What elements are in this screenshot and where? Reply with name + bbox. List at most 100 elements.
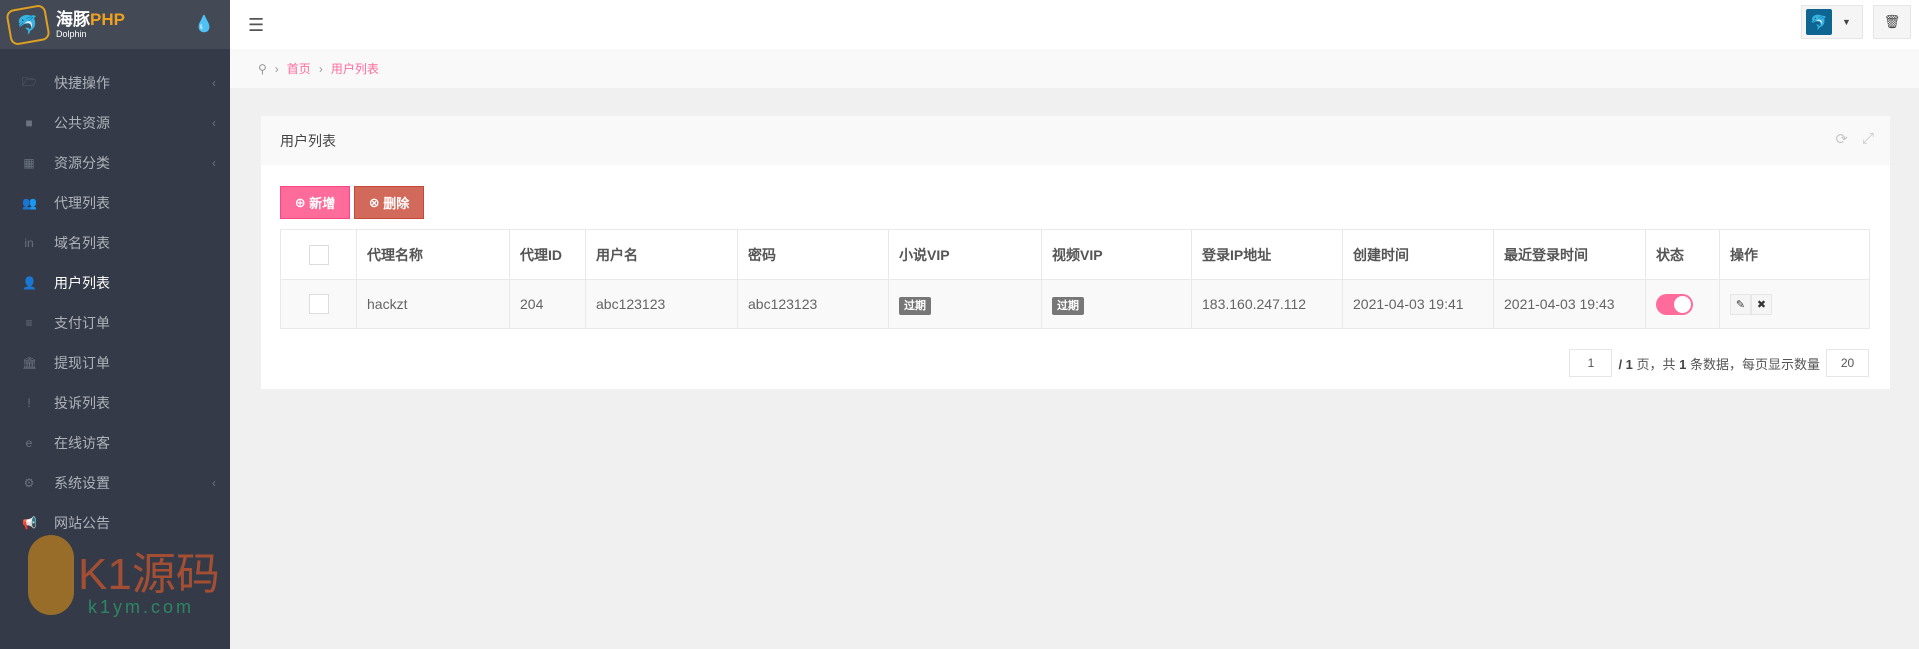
bullhorn-icon: 📢 (22, 516, 37, 530)
theme-drop-icon[interactable]: 💧 (194, 14, 214, 34)
sidebar-item-label: 提现订单 (54, 355, 110, 371)
table-header-row: 代理名称 代理ID 用户名 密码 小说VIP 视频VIP 登录IP地址 创建时间 最近登录时间状… (280, 229, 1870, 280)
last-login-cell: 2021-04-03 19:43 (1493, 279, 1646, 329)
trash-icon: 🗑 (1883, 14, 1901, 29)
column-header: 视频VIP (1041, 229, 1192, 280)
username-cell: abc123123 (585, 279, 738, 329)
breadcrumb-separator: › (318, 61, 323, 76)
bank-icon: 🏛 (22, 356, 38, 370)
edit-button[interactable]: ✎ (1730, 293, 1751, 315)
sidebar-item-label: 域名列表 (54, 235, 110, 251)
breadcrumb-separator: › (274, 61, 279, 76)
page-input[interactable] (1569, 349, 1613, 377)
breadcrumb: ⚲ › 首页 › 用户列表 (230, 49, 1919, 88)
video-vip-cell: 过期 (1041, 279, 1192, 329)
brand-logo[interactable]: 海豚PHP Dolphin (56, 11, 125, 39)
sidebar-item-label: 代理列表 (54, 195, 110, 211)
user-menu-button[interactable]: 🐬 ▼ (1801, 5, 1863, 39)
sidebar-item-10[interactable]: ⚙ 系统设置 ‹ (0, 463, 230, 503)
select-all-cell (280, 229, 357, 280)
column-header: 代理名称 (356, 229, 510, 280)
map-marker-icon: ⚲ (258, 61, 267, 76)
chevron-left-icon: ‹ (212, 116, 216, 130)
dolphin-logo-icon: 🐬 (5, 3, 51, 46)
breadcrumb-home[interactable]: 首页 (287, 60, 311, 77)
avatar: 🐬 (1806, 9, 1832, 35)
agent-name-cell: hackzt (356, 279, 510, 329)
sidebar-item-label: 公共资源 (54, 115, 110, 131)
sidebar: 🐬 海豚PHP Dolphin 💧 🗁 快捷操作 ‹ ■ 公共资源 ‹ ▦ 资源分类 ‹ 👥 代理列… (0, 0, 230, 649)
top-bar: ☰ 🐬 ▼ 🗑 (230, 0, 1919, 49)
select-all-checkbox[interactable] (308, 244, 329, 265)
user-icon: 👤 (22, 276, 37, 290)
novel-vip-cell: 过期 (888, 279, 1042, 329)
sidebar-item-label: 投诉列表 (54, 395, 110, 411)
menu-toggle-icon[interactable]: ☰ (248, 15, 264, 36)
sidebar-item-6[interactable]: ≡ 支付订单 (0, 303, 230, 343)
status-toggle[interactable] (1656, 293, 1693, 315)
card-title: 用户列表 (280, 132, 336, 149)
linkedin-icon: in (24, 236, 34, 250)
times-circle-icon: ⊗ (368, 194, 384, 210)
internet-explorer-icon: e (25, 436, 33, 450)
select-cell (280, 279, 357, 329)
brand-sub: Dolphin (56, 28, 87, 39)
sidebar-item-label: 资源分类 (54, 155, 110, 171)
column-header: 操作 (1719, 229, 1870, 280)
delete-button[interactable]: ⊗ 删除 (354, 186, 424, 219)
column-header: 用户名 (585, 229, 738, 280)
fullscreen-icon[interactable]: ⤢ (1862, 130, 1874, 148)
created-cell: 2021-04-03 19:41 (1342, 279, 1494, 329)
watermark-icon (28, 535, 74, 615)
password-cell: abc123123 (737, 279, 889, 329)
page-size-input[interactable] (1826, 349, 1869, 377)
pencil-icon: ✎ (1735, 298, 1746, 311)
sidebar-item-4[interactable]: in 域名列表 (0, 223, 230, 263)
sidebar-item-7[interactable]: 🏛 提现订单 (0, 343, 230, 383)
pager-text: / 1 页，共 1 条数据，每页显示数量 (1618, 356, 1820, 372)
plus-circle-icon: ⊕ (294, 194, 310, 210)
column-header: 小说VIP (888, 229, 1042, 280)
sidebar-item-label: 在线访客 (54, 435, 110, 451)
row-checkbox[interactable] (308, 294, 329, 314)
column-header: 登录IP地址 (1191, 229, 1343, 280)
agent-id-cell: 204 (509, 279, 586, 329)
add-button[interactable]: ⊕ 新增 (280, 186, 350, 219)
sidebar-item-label: 快捷操作 (54, 75, 110, 91)
sidebar-item-0[interactable]: 🗁 快捷操作 ‹ (0, 63, 230, 103)
pagination: / 1 页，共 1 条数据，每页显示数量 (1569, 349, 1869, 377)
brand-name: 海豚 (56, 9, 90, 29)
sidebar-item-5[interactable]: 👤 用户列表 (0, 263, 230, 303)
delete-row-button[interactable]: ✖ (1751, 293, 1772, 315)
video-camera-icon: ■ (25, 116, 33, 130)
refresh-icon[interactable]: ⟳ (1835, 130, 1848, 148)
ip-cell: 183.160.247.112 (1191, 279, 1343, 329)
sidebar-item-1[interactable]: ■ 公共资源 ‹ (0, 103, 230, 143)
table-row: hackzt 204 abc123123 abc123123 过期 过期 183.160.2… (280, 279, 1870, 329)
chevron-left-icon: ‹ (212, 76, 216, 90)
clear-cache-button[interactable]: 🗑 (1873, 5, 1911, 39)
status-cell (1645, 279, 1720, 329)
sidebar-item-3[interactable]: 👥 代理列表 (0, 183, 230, 223)
card-header: 用户列表 ⟳ ⤢ (261, 116, 1890, 165)
gear-icon: ⚙ (23, 476, 35, 490)
add-label: 新增 (309, 196, 336, 211)
watermark-logo: K1源码 k1ym.com (28, 535, 220, 617)
sidebar-item-8[interactable]: ! 投诉列表 (0, 383, 230, 423)
sidebar-item-label: 支付订单 (54, 315, 110, 331)
database-icon: ≡ (25, 316, 33, 330)
sidebar-item-label: 系统设置 (54, 475, 110, 491)
sidebar-nav: 🗁 快捷操作 ‹ ■ 公共资源 ‹ ▦ 资源分类 ‹ 👥 代理列表 in 域名列表 👤 用户列表 ≡ 支付订单 🏛… (0, 49, 230, 543)
brand-header: 🐬 海豚PHP Dolphin 💧 (0, 0, 230, 49)
column-header: 代理ID (509, 229, 586, 280)
sidebar-item-9[interactable]: e 在线访客 (0, 423, 230, 463)
column-header: 创建时间 (1342, 229, 1494, 280)
brand-php: PHP (90, 9, 125, 29)
column-header: 状态 (1645, 229, 1720, 280)
sidebar-item-2[interactable]: ▦ 资源分类 ‹ (0, 143, 230, 183)
breadcrumb-current[interactable]: 用户列表 (331, 60, 379, 77)
status-badge: 过期 (899, 296, 931, 315)
close-icon: ✖ (1756, 298, 1767, 311)
users-icon: 👥 (22, 196, 37, 210)
column-header: 最近登录时间 (1493, 229, 1646, 280)
